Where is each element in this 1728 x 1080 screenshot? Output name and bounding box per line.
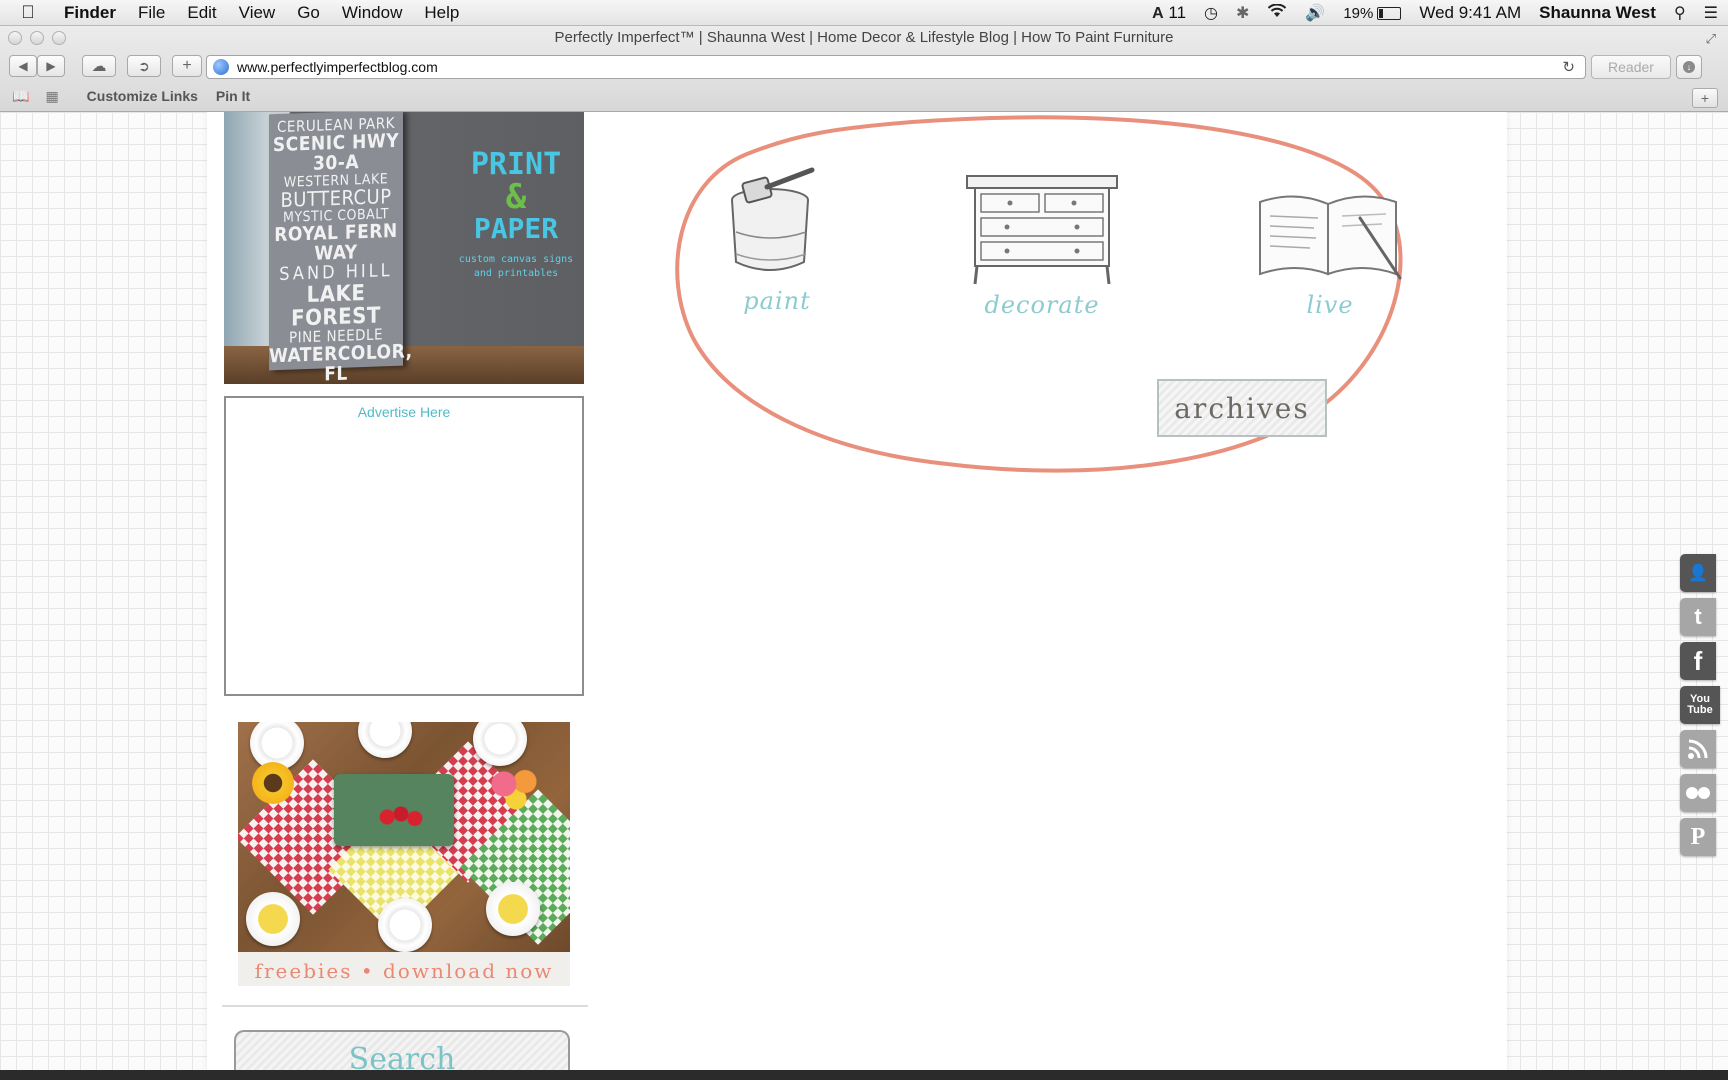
contact-icon[interactable]: 👤 [1680,554,1716,592]
promo-subtitle: custom canvas signs and printables [458,254,574,280]
icloud-tabs-button[interactable]: ☁ [82,55,116,77]
bookmark-customize-links[interactable]: Customize Links [87,88,198,104]
menu-go[interactable]: Go [286,3,331,23]
category-paint[interactable]: paint [717,162,837,315]
apple-menu-icon[interactable]:  [0,2,56,23]
advertise-here-link[interactable]: Advertise Here [226,404,582,420]
wifi-icon[interactable] [1267,3,1287,23]
menu-edit[interactable]: Edit [176,3,227,23]
spotlight-search-icon[interactable]: ⚲ [1674,3,1686,23]
user-name[interactable]: Shaunna West [1539,3,1656,23]
youtube-icon[interactable]: You Tube [1680,686,1720,724]
browser-toolbar: Perfectly Imperfect™ | Shaunna West | Ho… [0,26,1728,112]
adobe-count: 11 [1168,3,1187,22]
new-tab-button[interactable]: + [1692,88,1718,108]
search-widget[interactable]: Search [234,1030,570,1075]
downloads-button[interactable]: ↓ [1676,55,1702,79]
status-area: A 11 ◷ ✱ 🔊 19% Wed 9:41 AM Shaunna West … [1152,0,1728,26]
sign-line: LAKE FOREST [291,280,381,332]
forward-button[interactable]: ▶ [37,55,65,77]
forward-arrow-icon: ▶ [46,59,56,73]
rss-icon[interactable] [1680,730,1716,768]
reading-list-icon[interactable]: 📖 [12,88,29,105]
freebies-caption: freebies • download now [238,952,570,986]
menu-bar:  Finder File Edit View Go Window Help A… [0,0,1728,26]
bookmarks-bar: 📖 ▦ Customize Links Pin It [0,82,1728,110]
menu-file[interactable]: File [127,3,176,23]
menu-window[interactable]: Window [331,3,413,23]
menu-view[interactable]: View [228,3,287,23]
social-sidebar: 👤 t f You Tube P [1680,554,1720,856]
cloud-icon: ☁ [91,58,107,75]
clock[interactable]: Wed 9:41 AM [1419,3,1521,23]
sidebar-divider [222,1005,588,1007]
category-panel: paint decorate live archives [667,112,1427,492]
blog-content-area: CERULEAN PARK SCENIC HWY 30-A WESTERN LA… [207,112,1507,1075]
battery-icon [1377,6,1402,20]
strawberries [378,802,424,832]
desktop-background-strip [0,1070,1728,1080]
plate [246,892,300,946]
promo-paper: PAPER [473,212,559,245]
download-arrow-icon: ↓ [1683,61,1695,73]
archives-label: archives [1174,391,1310,425]
sunflower [252,762,294,804]
print-paper-promo: PRINT & PAPER custom canvas signs and pr… [456,150,576,281]
plus-icon: + [1700,90,1710,106]
plate [378,898,432,952]
volume-icon[interactable]: 🔊 [1305,3,1325,23]
pinterest-icon[interactable]: P [1680,818,1716,856]
reload-icon[interactable]: ↻ [1562,58,1575,76]
archives-button[interactable]: archives [1157,379,1327,437]
table-setting-photo [238,722,570,952]
print-and-paper-ad[interactable]: CERULEAN PARK SCENIC HWY 30-A WESTERN LA… [224,112,584,384]
canvas-sign: CERULEAN PARK SCENIC HWY 30-A WESTERN LA… [269,112,413,384]
freebies-banner[interactable]: freebies • download now [238,722,570,995]
address-bar[interactable]: www.perfectlyimperfectblog.com ↻ [206,55,1586,79]
sign-line: WATERCOLOR, FL [269,340,413,384]
category-decorate-label: decorate [984,291,1100,319]
category-paint-label: paint [743,287,811,315]
category-decorate[interactable]: decorate [957,170,1127,319]
site-favicon-icon [213,59,229,75]
flickr-icon[interactable] [1680,774,1716,812]
bookmark-pin-it[interactable]: Pin It [216,88,250,104]
flower-bouquet [486,764,546,814]
category-live-label: live [1306,291,1354,319]
dresser-icon [966,175,1118,285]
window-title: Perfectly Imperfect™ | Shaunna West | Ho… [554,29,1174,46]
battery-fill [1379,8,1384,18]
back-button[interactable]: ◀ [9,55,37,77]
battery-percent: 19% [1343,4,1374,22]
app-menu-finder[interactable]: Finder [56,3,127,23]
url-text: www.perfectlyimperfectblog.com [237,59,438,75]
add-bookmark-button[interactable]: + [172,55,202,77]
plus-icon: + [182,57,192,74]
advertise-box: Advertise Here [224,396,584,696]
top-sites-grid-icon[interactable]: ▦ [45,88,58,105]
facebook-icon[interactable]: f [1680,642,1716,680]
promo-ampersand: & [505,177,527,217]
plate [358,722,412,758]
page-viewport[interactable]: CERULEAN PARK SCENIC HWY 30-A WESTERN LA… [0,112,1728,1075]
back-arrow-icon: ◀ [18,59,28,73]
adobe-status-item[interactable]: A 11 [1152,3,1186,23]
twitter-icon[interactable]: t [1680,598,1716,636]
fullscreen-icon[interactable]: ⤢ [1706,31,1716,47]
paint-can-icon [731,167,815,271]
category-live[interactable]: live [1250,182,1410,319]
reader-button[interactable]: Reader [1591,55,1671,79]
share-icon: ➲ [138,57,150,74]
bluetooth-icon[interactable]: ✱ [1236,3,1249,23]
adobe-icon: A [1152,5,1164,22]
notification-center-icon[interactable]: ☰ [1704,3,1718,23]
plate [486,882,540,936]
promo-print: PRINT [470,147,562,182]
sign-line: SCENIC HWY 30-A [272,129,400,175]
battery-status[interactable]: 19% [1343,4,1402,22]
time-machine-icon[interactable]: ◷ [1204,3,1218,23]
open-book-icon [1259,195,1402,280]
share-button[interactable]: ➲ [127,55,161,77]
menu-help[interactable]: Help [413,3,470,23]
